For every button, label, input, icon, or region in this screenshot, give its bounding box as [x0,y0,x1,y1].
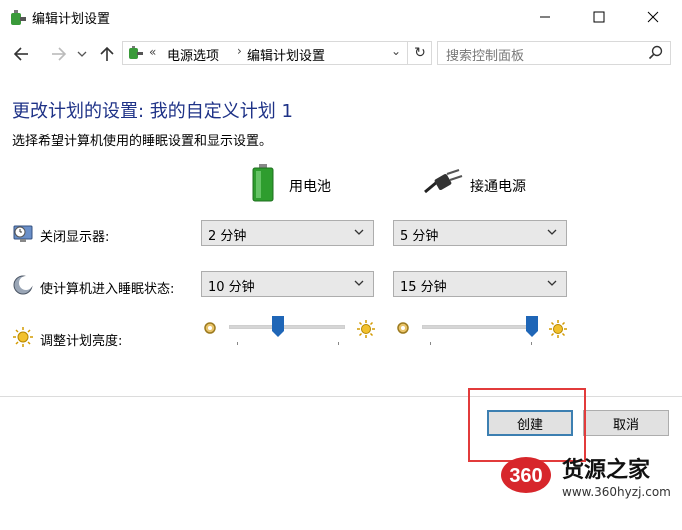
close-icon [647,11,659,23]
chevron-down-icon [547,229,557,235]
chevron-down-icon [77,51,87,57]
slider-tick [531,342,532,345]
svg-text:360: 360 [509,465,542,487]
plugged-brightness-slider[interactable] [422,325,538,329]
address-bar[interactable]: « 电源选项 › 编辑计划设置 ⌄ ↻ [122,41,432,65]
chevron-down-icon [354,229,364,235]
back-button[interactable] [10,44,32,64]
moon-icon [13,275,33,295]
battery-brightness-thumb[interactable] [271,316,284,338]
window-title: 编辑计划设置 [32,12,111,27]
plug-icon [424,169,463,194]
sleep-plugged-value: 15 分钟 [400,280,447,295]
refresh-icon: ↻ [414,45,426,61]
arrow-left-icon [13,47,28,61]
brightness-label: 调整计划亮度: [40,334,123,349]
recent-locations-button[interactable] [74,44,90,64]
watermark-logo: 360 [501,457,551,493]
bright-sun-icon [549,320,567,338]
plugged-brightness-thumb[interactable] [526,316,539,338]
minimize-button[interactable] [522,0,568,34]
arrow-up-icon [100,46,114,61]
page-title: 更改计划的设置: 我的自定义计划 1 [12,101,293,122]
watermark-url: www.360hyzj.com [562,485,671,499]
arrow-right-icon [52,47,67,61]
display-clock-icon [13,225,33,242]
up-button[interactable] [96,44,118,64]
dim-sun-icon [204,322,216,334]
display-off-battery-select[interactable]: 2 分钟 [201,220,374,246]
close-button[interactable] [630,0,676,34]
maximize-button[interactable] [576,0,622,34]
sleep-plugged-select[interactable]: 15 分钟 [393,271,567,297]
display-off-plugged-select[interactable]: 5 分钟 [393,220,567,246]
chevron-down-icon [547,280,557,286]
display-off-plugged-value: 5 分钟 [400,229,439,244]
breadcrumb-separator[interactable]: › [237,44,242,58]
breadcrumb-overflow[interactable]: « [149,45,156,59]
turn-off-display-label: 关闭显示器: [40,230,110,245]
bright-sun-icon [357,320,375,338]
on-battery-column-header: 用电池 [289,179,331,195]
battery-brightness-slider[interactable] [229,325,345,329]
chevron-down-icon [354,280,364,286]
slider-tick [430,342,431,345]
forward-button[interactable] [48,44,70,64]
battery-icon [252,164,274,202]
breadcrumb-edit-plan[interactable]: 编辑计划设置 [247,45,325,64]
minimize-icon [540,16,550,18]
sleep-battery-select[interactable]: 10 分钟 [201,271,374,297]
power-plan-icon [11,10,26,25]
control-panel-icon [129,46,143,59]
display-off-battery-value: 2 分钟 [208,229,247,244]
sun-icon [13,327,33,347]
search-placeholder: 搜索控制面板 [446,49,525,64]
plugged-in-column-header: 接通电源 [470,179,526,195]
sleep-label: 使计算机进入睡眠状态: [40,282,175,297]
slider-tick [237,342,238,345]
refresh-button[interactable]: ↻ [407,42,432,64]
watermark-brand: 货源之家 [562,458,651,483]
search-icon[interactable] [648,45,664,61]
search-input[interactable]: 搜索控制面板 [437,41,671,65]
annotation-highlight [468,388,586,462]
breadcrumb-power-options[interactable]: 电源选项 [167,45,219,64]
sleep-battery-value: 10 分钟 [208,280,255,295]
address-dropdown-icon[interactable]: ⌄ [391,44,401,58]
cancel-button[interactable]: 取消 [583,410,669,436]
maximize-icon [593,11,605,23]
dim-sun-icon [397,322,409,334]
page-description: 选择希望计算机使用的睡眠设置和显示设置。 [12,134,273,149]
slider-tick [338,342,339,345]
